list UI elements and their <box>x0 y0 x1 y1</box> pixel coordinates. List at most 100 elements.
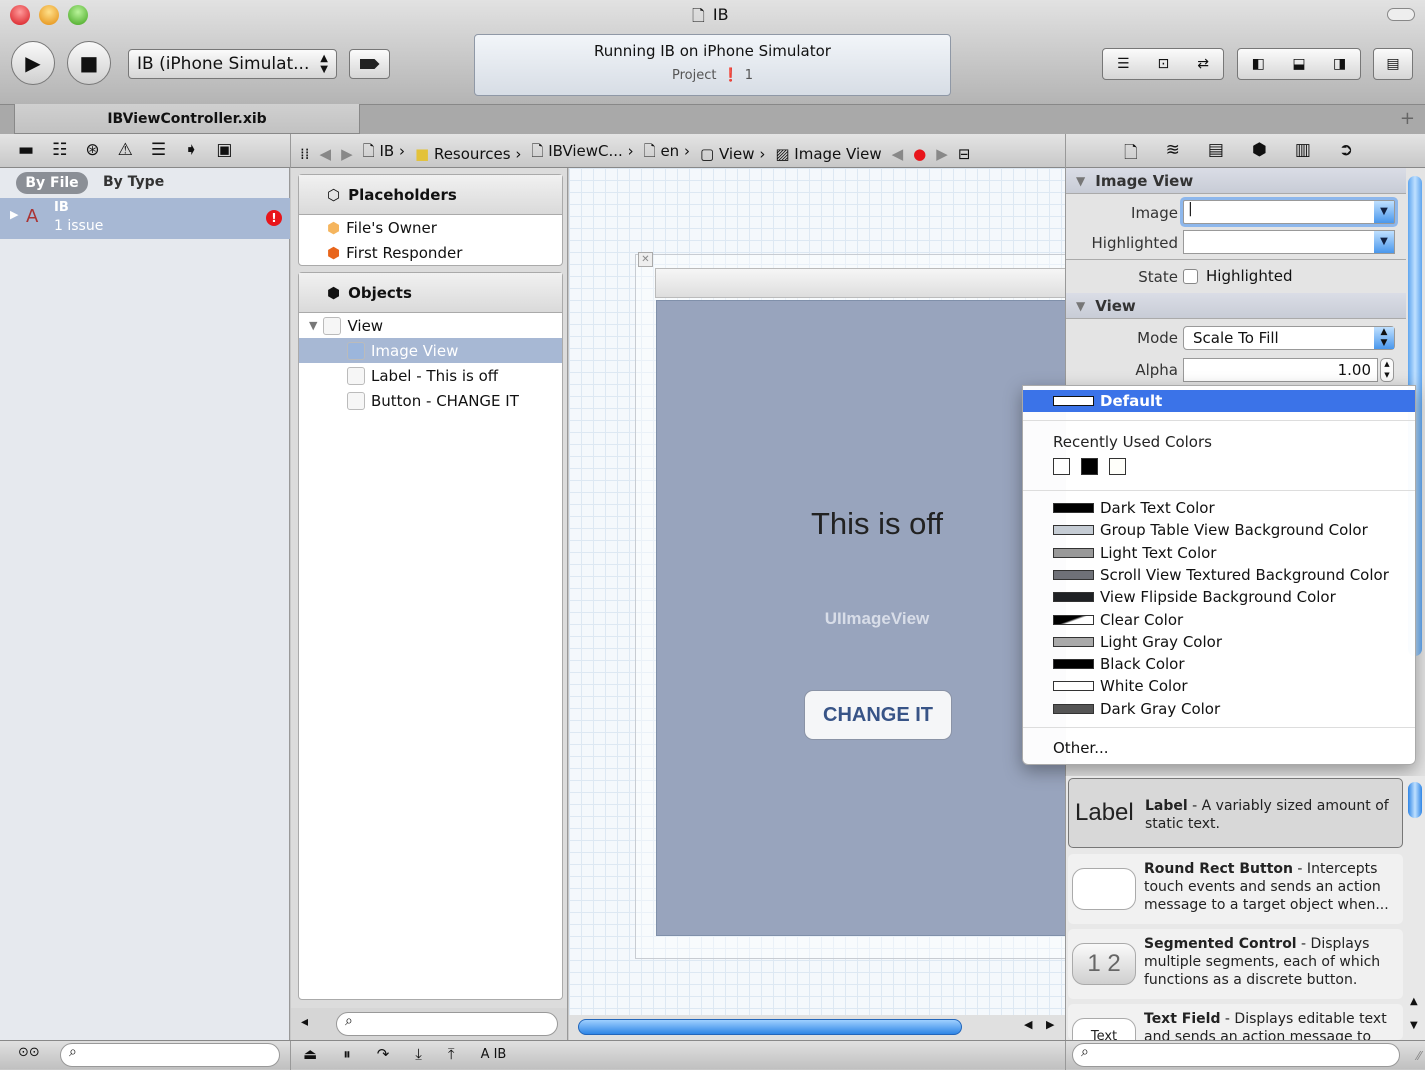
zoom-window-button[interactable] <box>68 5 88 25</box>
split-editor-icon[interactable]: ⊟ <box>958 145 971 163</box>
error-icon[interactable]: ● <box>913 145 926 163</box>
step-over-icon[interactable]: ↷ <box>377 1045 390 1063</box>
prev-issue-icon[interactable]: ◀ <box>892 145 904 163</box>
library-scrollbar-thumb[interactable] <box>1408 782 1422 818</box>
section-view[interactable]: ▼ View <box>1066 293 1406 319</box>
alpha-stepper[interactable]: ▲ ▼ <box>1380 358 1394 382</box>
issue-count[interactable]: 1 <box>745 68 753 83</box>
horizontal-scrollbar-thumb[interactable] <box>578 1019 962 1035</box>
scroll-left-icon[interactable]: ◀ <box>1024 1018 1032 1031</box>
connections-inspector-icon[interactable]: ➲ <box>1339 140 1353 169</box>
breakpoint-navigator-icon[interactable]: ➧ <box>184 140 198 160</box>
debug-target[interactable]: A IB <box>481 1047 507 1062</box>
close-view-icon[interactable]: ✕ <box>638 252 653 267</box>
section-image-view[interactable]: ▼ Image View <box>1066 168 1406 194</box>
back-arrow-icon[interactable]: ◀ <box>320 145 332 163</box>
issue-row-ib[interactable]: ▶ A IB 1 issue ! <box>0 198 290 239</box>
tab-ibviewcontroller[interactable]: IBViewController.xib <box>14 104 360 134</box>
menu-item-color[interactable]: Scroll View Textured Background Color <box>1023 564 1415 586</box>
state-highlighted-checkbox[interactable] <box>1183 269 1198 284</box>
library-item-label[interactable]: Label Label - A variably sized amount of… <box>1068 778 1403 848</box>
log-navigator-icon[interactable]: ▣ <box>216 140 232 160</box>
highlighted-image-combobox[interactable]: ▼ <box>1183 230 1395 254</box>
forward-arrow-icon[interactable]: ▶ <box>341 145 353 163</box>
debug-navigator-icon[interactable]: ☰ <box>151 140 166 160</box>
outline-item-files-owner[interactable]: ⬢ File's Owner <box>299 215 562 240</box>
scroll-right-icon[interactable]: ▶ <box>1046 1018 1054 1031</box>
symbol-navigator-icon[interactable]: ☷ <box>52 140 67 160</box>
editor-segmented[interactable]: ☰ ⊡ ⇄ <box>1102 48 1224 80</box>
close-window-button[interactable] <box>10 5 30 25</box>
add-tab-icon[interactable]: + <box>1400 108 1415 129</box>
run-button[interactable]: ▶ <box>11 41 55 85</box>
breadcrumb-en[interactable]: 🗋 en › <box>644 141 690 166</box>
image-view[interactable]: This is off UIImageView CHANGE IT <box>656 300 1076 936</box>
library-item-text-field[interactable]: Text Text Field - Displays editable text… <box>1068 1004 1403 1040</box>
change-it-button[interactable]: CHANGE IT <box>804 690 952 740</box>
scroll-up-icon[interactable]: ▲ <box>1410 996 1418 1007</box>
error-icon[interactable]: ❗ <box>723 68 739 83</box>
organizer-button[interactable]: ▤ <box>1373 48 1413 80</box>
outline-item-view[interactable]: ▼ View <box>299 313 562 338</box>
disclosure-triangle-icon[interactable]: ▶ <box>10 208 18 221</box>
debug-area-toggle-icon[interactable]: ⏏ <box>303 1045 317 1063</box>
menu-item-other[interactable]: Other... <box>1023 737 1415 759</box>
file-inspector-icon[interactable]: 🗋 <box>1124 140 1138 169</box>
toolbar-toggle-button[interactable] <box>1387 8 1415 21</box>
project-navigator-icon[interactable]: ▬ <box>18 140 34 160</box>
related-items-icon[interactable]: ⁞⁞ <box>300 145 310 163</box>
version-editor-icon[interactable]: ⇄ <box>1197 56 1209 72</box>
breadcrumb-image-view[interactable]: ▨ Image View <box>775 145 881 163</box>
step-into-icon[interactable]: ⤓ <box>415 1045 422 1063</box>
image-combobox[interactable]: | ▼ <box>1183 200 1395 224</box>
outline-item-image-view[interactable]: Image View <box>299 338 562 363</box>
breakpoints-button[interactable] <box>349 49 390 79</box>
menu-item-color[interactable]: Group Table View Background Color <box>1023 519 1415 541</box>
recent-color-swatch[interactable] <box>1081 458 1098 475</box>
next-issue-icon[interactable]: ▶ <box>936 145 948 163</box>
menu-item-color[interactable]: Clear Color <box>1023 609 1415 631</box>
filter-options-icon[interactable]: ⊙⊙ <box>18 1045 40 1060</box>
search-navigator-icon[interactable]: ⊛ <box>85 140 99 160</box>
scheme-selector[interactable]: IB (iPhone Simulat... ▲ ▼ <box>128 49 337 79</box>
menu-item-color[interactable]: Light Text Color <box>1023 542 1415 564</box>
navigator-toggle-icon[interactable]: ◧ <box>1252 56 1265 72</box>
outline-item-label[interactable]: Label - This is off <box>299 363 562 388</box>
breadcrumb-file[interactable]: 🗋 IBViewC... › <box>531 141 633 166</box>
outline-item-first-responder[interactable]: ⬢ First Responder <box>299 240 562 265</box>
resize-grip-icon[interactable]: ⁄⁄ <box>1417 1049 1421 1063</box>
menu-item-color[interactable]: Dark Gray Color <box>1023 698 1415 720</box>
recent-color-swatch[interactable] <box>1109 458 1126 475</box>
library-filter-input[interactable]: ⌕ <box>1072 1043 1400 1067</box>
quick-help-icon[interactable]: ≋ <box>1166 140 1180 169</box>
by-file-button[interactable]: By File <box>16 172 88 194</box>
menu-item-default[interactable]: Default <box>1023 390 1415 412</box>
by-type-button[interactable]: By Type <box>103 174 164 190</box>
issue-navigator-icon[interactable]: ⚠ <box>118 140 133 160</box>
scroll-down-icon[interactable]: ▼ <box>1410 1020 1418 1031</box>
assistant-editor-icon[interactable]: ⊡ <box>1158 56 1170 72</box>
view-segmented[interactable]: ◧ ⬓ ◨ <box>1237 48 1361 80</box>
stop-button[interactable]: ■ <box>67 41 111 85</box>
standard-editor-icon[interactable]: ☰ <box>1117 56 1130 72</box>
step-out-icon[interactable]: ⤒ <box>448 1045 455 1063</box>
menu-item-color[interactable]: Black Color <box>1023 653 1415 675</box>
menu-item-color[interactable]: Dark Text Color <box>1023 497 1415 519</box>
alpha-field[interactable]: 1.00 <box>1183 358 1378 382</box>
identity-inspector-icon[interactable]: ▤ <box>1208 140 1224 169</box>
hide-outline-icon[interactable]: ◂ <box>301 1014 308 1030</box>
breadcrumb-ib[interactable]: 🗋 IB › <box>363 141 405 166</box>
utilities-toggle-icon[interactable]: ◨ <box>1333 56 1346 72</box>
debug-area-toggle-icon[interactable]: ⬓ <box>1292 56 1305 72</box>
recent-color-swatch[interactable] <box>1053 458 1070 475</box>
library-item-segmented-control[interactable]: 1 2 Segmented Control - Displays multipl… <box>1068 929 1403 999</box>
menu-item-color[interactable]: Light Gray Color <box>1023 631 1415 653</box>
navigator-filter-input[interactable]: ⌕ <box>60 1043 280 1067</box>
menu-item-color[interactable]: View Flipside Background Color <box>1023 586 1415 608</box>
library-item-round-rect-button[interactable]: Round Rect Button - Intercepts touch eve… <box>1068 854 1403 924</box>
outline-item-button[interactable]: Button - CHANGE IT <box>299 388 562 413</box>
size-inspector-icon[interactable]: ▥ <box>1295 140 1311 169</box>
pause-icon[interactable]: ⏸ <box>343 1045 351 1063</box>
outline-filter-input[interactable]: ⌕ <box>336 1012 558 1036</box>
minimize-window-button[interactable] <box>39 5 59 25</box>
